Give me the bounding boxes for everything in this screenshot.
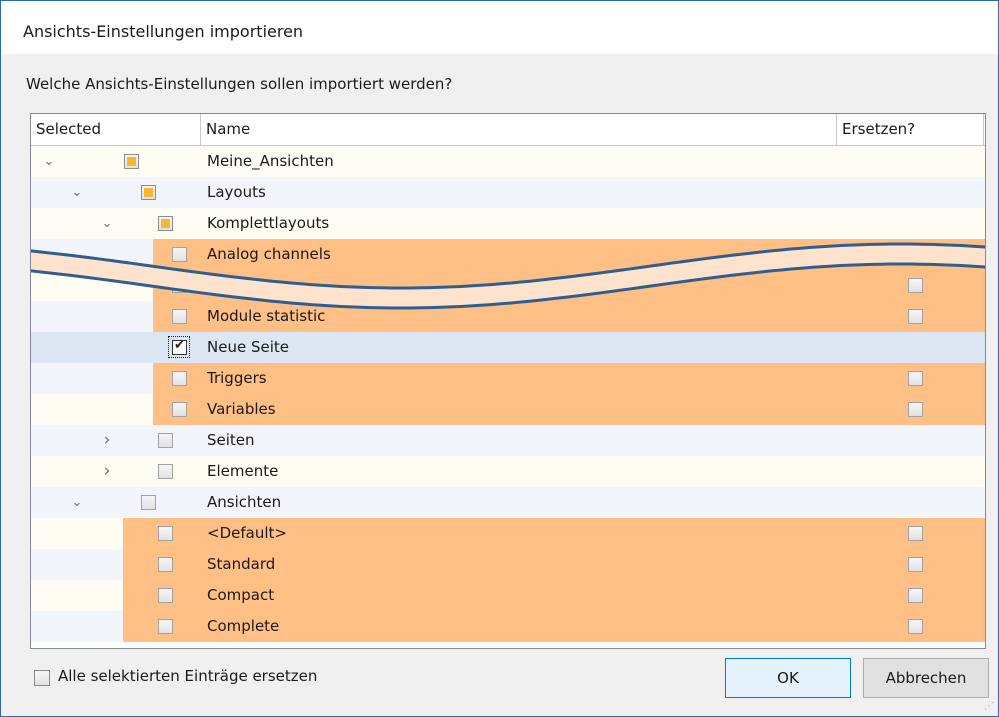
tree-row[interactable]: Module statistic <box>31 301 985 332</box>
replace-checkbox[interactable] <box>908 247 923 262</box>
row-highlight <box>153 394 985 425</box>
column-header-replace[interactable]: Ersetzen? <box>837 114 984 145</box>
tree-row[interactable] <box>31 270 985 301</box>
tree-row[interactable]: Analog channels <box>31 239 985 270</box>
cancel-button[interactable]: Abbrechen <box>863 658 989 698</box>
tree-row[interactable]: › Elemente <box>31 456 985 487</box>
selected-checkbox[interactable] <box>158 526 173 541</box>
row-name: Layouts <box>207 183 266 201</box>
tree-row[interactable]: <Default> <box>31 518 985 549</box>
tree-row[interactable]: Standard <box>31 549 985 580</box>
tree-row[interactable]: › Seiten <box>31 425 985 456</box>
selected-checkbox[interactable] <box>172 278 187 293</box>
selected-checkbox[interactable] <box>172 371 187 386</box>
dialog-body: Welche Ansichts-Einstellungen sollen imp… <box>1 54 998 716</box>
tree-row[interactable]: Triggers <box>31 363 985 394</box>
chevron-down-icon[interactable]: ⌄ <box>67 487 87 518</box>
selected-checkbox[interactable] <box>158 588 173 603</box>
selected-checkbox[interactable] <box>124 154 139 169</box>
row-name: Neue Seite <box>207 338 289 356</box>
replace-checkbox[interactable] <box>908 526 923 541</box>
replace-checkbox[interactable] <box>908 619 923 634</box>
tree-row[interactable]: Variables <box>31 394 985 425</box>
tree-row[interactable]: ⌄ Meine_Ansichten <box>31 146 985 177</box>
chevron-right-icon[interactable]: › <box>97 456 117 487</box>
dialog-title-bar: Ansichts-Einstellungen importieren <box>1 1 998 54</box>
replace-checkbox[interactable] <box>908 278 923 293</box>
ok-button[interactable]: OK <box>725 658 851 698</box>
replace-checkbox[interactable] <box>908 588 923 603</box>
chevron-down-icon[interactable]: ⌄ <box>39 146 59 177</box>
chevron-right-icon[interactable]: › <box>97 425 117 456</box>
row-name: Ansichten <box>207 493 282 511</box>
import-view-settings-dialog: Ansichts-Einstellungen importieren Welch… <box>0 0 999 717</box>
selected-checkbox[interactable] <box>158 433 173 448</box>
replace-checkbox[interactable] <box>908 309 923 324</box>
row-name: Komplettlayouts <box>207 214 330 232</box>
chevron-down-icon[interactable]: ⌄ <box>97 208 117 239</box>
row-name: Analog channels <box>207 245 331 263</box>
selected-checkbox[interactable] <box>172 402 187 417</box>
tree-row[interactable]: Neue Seite <box>31 332 985 363</box>
column-header-name[interactable]: Name <box>201 114 837 145</box>
replace-checkbox[interactable] <box>908 557 923 572</box>
row-name: Meine_Ansichten <box>207 152 334 170</box>
selected-checkbox[interactable] <box>172 309 187 324</box>
row-name: Triggers <box>207 369 267 387</box>
replace-checkbox[interactable] <box>908 371 923 386</box>
tree-row[interactable]: ⌄ Ansichten <box>31 487 985 518</box>
selected-checkbox[interactable] <box>158 557 173 572</box>
selected-checkbox[interactable] <box>158 216 173 231</box>
row-name: Module statistic <box>207 307 326 325</box>
settings-tree-grid[interactable]: Selected Name Ersetzen? ⌄ Meine_Ansichten… <box>30 113 986 649</box>
selected-checkbox[interactable] <box>158 464 173 479</box>
dialog-question: Welche Ansichts-Einstellungen sollen imp… <box>26 75 453 93</box>
replace-all-checkbox[interactable] <box>34 670 50 686</box>
row-name: <Default> <box>207 524 287 542</box>
row-name: Standard <box>207 555 276 573</box>
selected-checkbox[interactable] <box>141 495 156 510</box>
grid-header: Selected Name Ersetzen? <box>31 114 985 146</box>
resize-grip-icon[interactable]: ⋰ <box>984 701 994 712</box>
tree-row[interactable]: ⌄ Layouts <box>31 177 985 208</box>
selected-checkbox[interactable] <box>141 185 156 200</box>
selected-checkbox[interactable] <box>158 619 173 634</box>
row-highlight <box>153 363 985 394</box>
column-header-selected[interactable]: Selected <box>31 114 201 145</box>
focus-rectangle <box>168 336 190 358</box>
tree-row[interactable]: ⌄ Komplettlayouts <box>31 208 985 239</box>
row-name: Elemente <box>207 462 279 480</box>
chevron-down-icon[interactable]: ⌄ <box>67 177 87 208</box>
tree-row[interactable]: Compact <box>31 580 985 611</box>
row-name: Complete <box>207 617 280 635</box>
row-name: Variables <box>207 400 276 418</box>
tree-row[interactable]: Complete <box>31 611 985 642</box>
row-name: Seiten <box>207 431 255 449</box>
replace-checkbox[interactable] <box>908 402 923 417</box>
row-name: Compact <box>207 586 275 604</box>
selected-checkbox[interactable] <box>172 247 187 262</box>
row-highlight <box>153 270 985 301</box>
dialog-title: Ansichts-Einstellungen importieren <box>23 22 304 41</box>
replace-all-label: Alle selektierten Einträge ersetzen <box>58 667 318 685</box>
